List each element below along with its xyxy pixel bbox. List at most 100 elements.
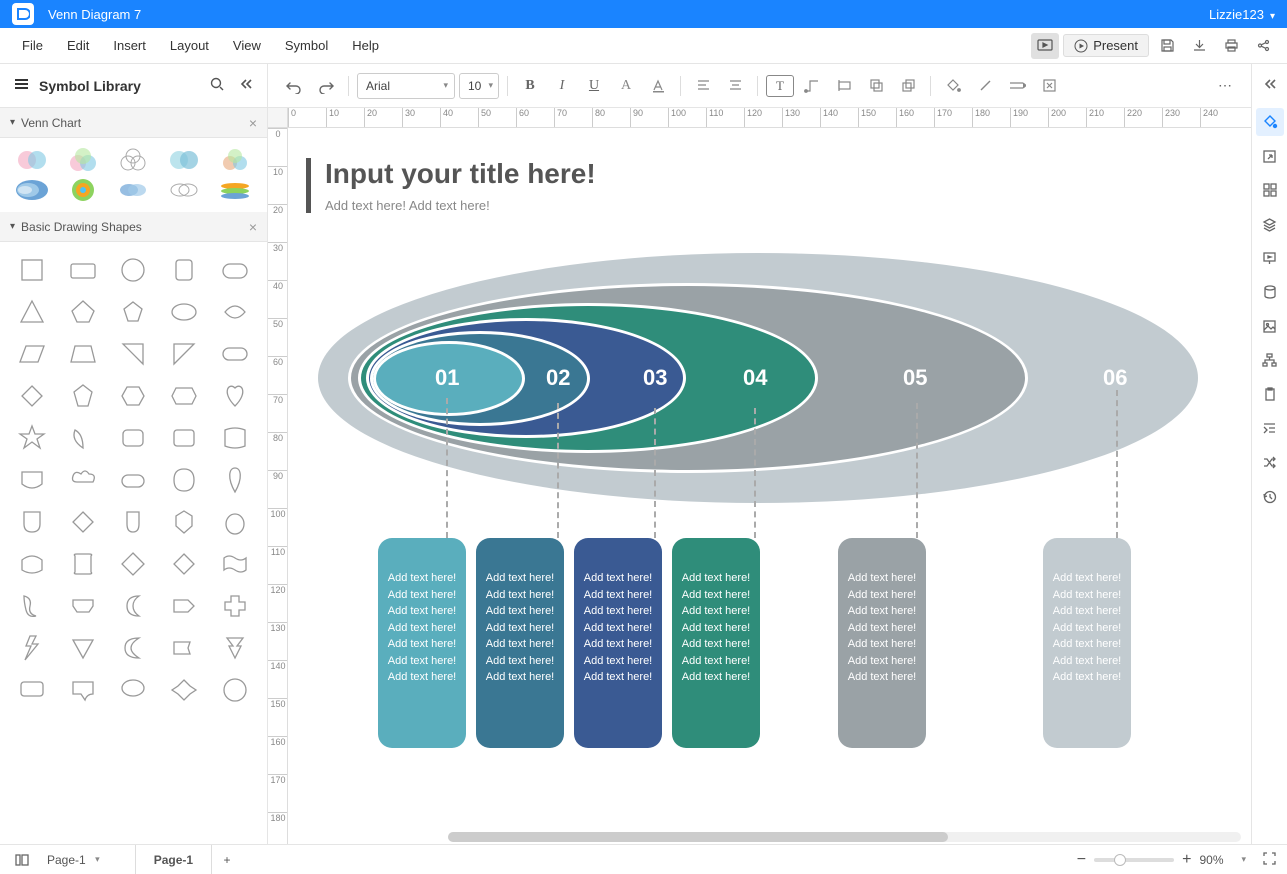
venn-shape[interactable]: [59, 176, 108, 204]
align-h-button[interactable]: [689, 72, 717, 100]
align-objects-button[interactable]: [830, 72, 858, 100]
venn-diagram[interactable]: 01 02 03 04 05 06: [318, 253, 1198, 503]
venn-shape[interactable]: [59, 146, 108, 174]
basic-shape[interactable]: [212, 462, 257, 498]
basic-shape[interactable]: [212, 588, 257, 624]
basic-shape[interactable]: [162, 504, 207, 540]
user-menu[interactable]: Lizzie123▾: [1209, 7, 1275, 22]
basic-shape[interactable]: [212, 504, 257, 540]
ellipse-label[interactable]: 05: [903, 365, 927, 391]
basic-shape[interactable]: [111, 588, 156, 624]
more-button[interactable]: ⋯: [1211, 72, 1239, 100]
close-icon[interactable]: ×: [249, 115, 257, 131]
venn-shape[interactable]: [160, 176, 209, 204]
outline-view-icon[interactable]: [10, 849, 34, 871]
shuffle-panel-icon[interactable]: [1256, 448, 1284, 476]
main-title[interactable]: Input your title here!: [325, 158, 596, 190]
section-venn-chart[interactable]: ▾ Venn Chart ×: [0, 108, 267, 138]
basic-shape[interactable]: [162, 630, 207, 666]
basic-shape[interactable]: [111, 336, 156, 372]
basic-shape[interactable]: [162, 546, 207, 582]
basic-shape[interactable]: [212, 546, 257, 582]
close-icon[interactable]: ×: [249, 219, 257, 235]
basic-shape[interactable]: [111, 462, 156, 498]
collapse-sidebar-icon[interactable]: [239, 77, 253, 94]
scrollbar-h[interactable]: [448, 832, 1241, 842]
basic-shape[interactable]: [212, 630, 257, 666]
basic-shape[interactable]: [10, 420, 55, 456]
history-panel-icon[interactable]: [1256, 482, 1284, 510]
basic-shape[interactable]: [111, 252, 156, 288]
basic-shape[interactable]: [111, 546, 156, 582]
download-icon[interactable]: [1185, 33, 1213, 59]
venn-shape[interactable]: [8, 146, 57, 174]
basic-shape[interactable]: [212, 420, 257, 456]
underline-button[interactable]: U: [580, 72, 608, 100]
menu-view[interactable]: View: [221, 38, 273, 53]
basic-shape[interactable]: [111, 504, 156, 540]
basic-shape[interactable]: [212, 336, 257, 372]
basic-shape[interactable]: [212, 378, 257, 414]
canvas-title-block[interactable]: Input your title here! Add text here! Ad…: [306, 158, 596, 213]
subtitle[interactable]: Add text here! Add text here!: [325, 198, 596, 213]
basic-shape[interactable]: [61, 588, 106, 624]
font-color-button[interactable]: A: [612, 72, 640, 100]
basic-shape[interactable]: [111, 630, 156, 666]
basic-shape[interactable]: [10, 462, 55, 498]
text-tool-button[interactable]: T: [766, 75, 794, 97]
presentation-panel-icon[interactable]: [1256, 244, 1284, 272]
card[interactable]: Add text here! Add text here! Add text h…: [838, 538, 926, 748]
align-v-button[interactable]: [721, 72, 749, 100]
basic-shape[interactable]: [111, 672, 156, 708]
save-icon[interactable]: [1153, 33, 1181, 59]
page-tab[interactable]: Page-1: [136, 845, 212, 874]
basic-shape[interactable]: [61, 630, 106, 666]
card[interactable]: Add text here! Add text here! Add text h…: [1043, 538, 1131, 748]
venn-shape[interactable]: [210, 176, 259, 204]
layers-panel-icon[interactable]: [1256, 210, 1284, 238]
menu-layout[interactable]: Layout: [158, 38, 221, 53]
basic-shape[interactable]: [111, 294, 156, 330]
basic-shape[interactable]: [10, 252, 55, 288]
card[interactable]: Add text here! Add text here! Add text h…: [672, 538, 760, 748]
section-basic-shapes[interactable]: ▾ Basic Drawing Shapes ×: [0, 212, 267, 242]
line-style-button[interactable]: [1003, 72, 1031, 100]
redo-button[interactable]: [312, 72, 340, 100]
basic-shape[interactable]: [212, 672, 257, 708]
basic-shape[interactable]: [162, 672, 207, 708]
ellipse-label[interactable]: 01: [435, 365, 459, 391]
basic-shape[interactable]: [61, 378, 106, 414]
basic-shape[interactable]: [10, 588, 55, 624]
bold-button[interactable]: B: [516, 72, 544, 100]
fill-button[interactable]: [939, 72, 967, 100]
zoom-level[interactable]: 90%: [1199, 853, 1233, 867]
clipboard-panel-icon[interactable]: [1256, 380, 1284, 408]
venn-shape[interactable]: [160, 146, 209, 174]
basic-shape[interactable]: [10, 336, 55, 372]
venn-shape[interactable]: [8, 176, 57, 204]
italic-button[interactable]: I: [548, 72, 576, 100]
basic-shape[interactable]: [162, 588, 207, 624]
line-color-button[interactable]: [971, 72, 999, 100]
basic-shape[interactable]: [162, 294, 207, 330]
font-family-select[interactable]: Arial: [357, 73, 455, 99]
undo-button[interactable]: [280, 72, 308, 100]
basic-shape[interactable]: [61, 294, 106, 330]
grid-panel-icon[interactable]: [1256, 176, 1284, 204]
tree-panel-icon[interactable]: [1256, 346, 1284, 374]
card[interactable]: Add text here! Add text here! Add text h…: [476, 538, 564, 748]
venn-shape[interactable]: [109, 146, 158, 174]
zoom-in-button[interactable]: +: [1182, 851, 1191, 869]
menu-edit[interactable]: Edit: [55, 38, 101, 53]
connector-button[interactable]: [798, 72, 826, 100]
basic-shape[interactable]: [10, 504, 55, 540]
menu-help[interactable]: Help: [340, 38, 391, 53]
search-icon[interactable]: [210, 77, 225, 95]
group-button[interactable]: [862, 72, 890, 100]
basic-shape[interactable]: [61, 420, 106, 456]
basic-shape[interactable]: [61, 462, 106, 498]
basic-shape[interactable]: [162, 378, 207, 414]
menu-symbol[interactable]: Symbol: [273, 38, 340, 53]
ellipse-label[interactable]: 02: [546, 365, 570, 391]
venn-shape[interactable]: [109, 176, 158, 204]
